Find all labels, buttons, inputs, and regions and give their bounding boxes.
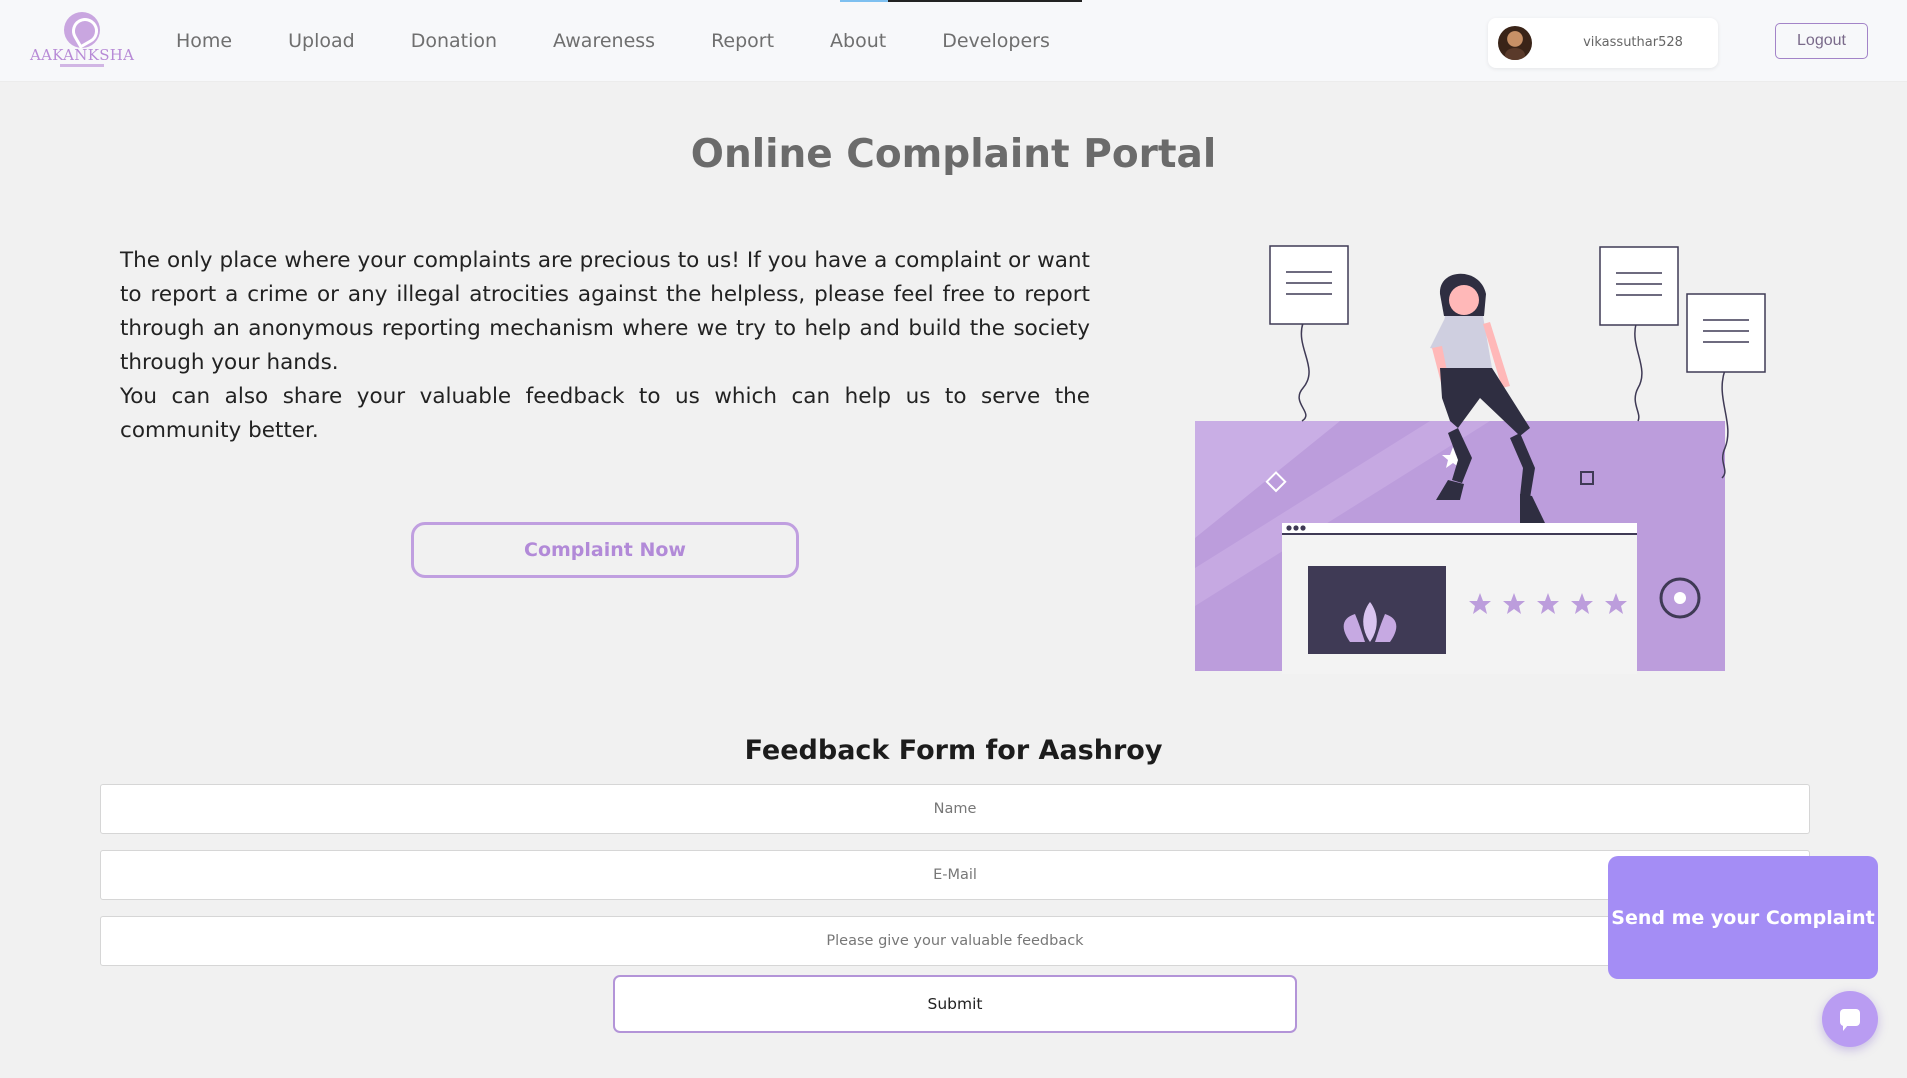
nav-about[interactable]: About (830, 30, 886, 52)
send-complaint-popup[interactable]: Send me your Complaint (1608, 856, 1878, 979)
chat-launcher-button[interactable] (1822, 991, 1878, 1047)
chat-icon (1840, 1009, 1860, 1031)
browser-bar (1282, 523, 1637, 534)
document-right-1 (1599, 246, 1679, 422)
nav-upload[interactable]: Upload (288, 30, 355, 52)
logo-text: AAKANKSHA (30, 46, 135, 64)
brand-logo[interactable]: AAKANKSHA (30, 10, 134, 72)
submit-button[interactable]: Submit (613, 975, 1297, 1033)
intro-paragraph-1: The only place where your complaints are… (120, 248, 1090, 375)
nav-awareness[interactable]: Awareness (553, 30, 655, 52)
ring-dot (1674, 592, 1686, 604)
logo-icon (64, 12, 100, 48)
username: vikassuthar528 (1583, 35, 1683, 50)
send-complaint-label: Send me your Complaint (1611, 906, 1875, 929)
nav-developers[interactable]: Developers (942, 30, 1050, 52)
name-input[interactable] (100, 784, 1810, 834)
complaint-illustration (1195, 245, 1766, 674)
document-left (1269, 245, 1349, 422)
nav-report[interactable]: Report (711, 30, 774, 52)
complaint-now-button[interactable]: Complaint Now (411, 522, 799, 578)
intro-text: The only place where your complaints are… (120, 244, 1090, 448)
feedback-input[interactable] (100, 916, 1810, 966)
feedback-title: Feedback Form for Aashroy (744, 735, 1163, 766)
navbar: AAKANKSHA Home Upload Donation Awareness… (0, 0, 1907, 82)
logo-underline (60, 64, 104, 67)
nav-home[interactable]: Home (176, 30, 232, 52)
intro-paragraph-2: You can also share your valuable feedbac… (120, 384, 1090, 443)
nav-donation[interactable]: Donation (411, 30, 497, 52)
avatar (1498, 26, 1532, 60)
logout-button[interactable]: Logout (1775, 23, 1868, 59)
user-profile-chip[interactable]: vikassuthar528 (1488, 18, 1718, 68)
nav-links: Home Upload Donation Awareness Report Ab… (176, 0, 1106, 82)
email-input[interactable] (100, 850, 1810, 900)
page-title: Online Complaint Portal (690, 132, 1217, 177)
